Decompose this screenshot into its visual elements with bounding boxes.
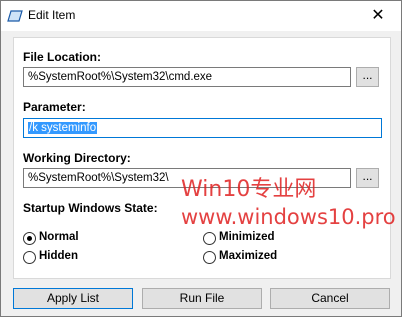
working-directory-browse-button[interactable]: ... bbox=[356, 168, 379, 188]
radio-minimized-label: Minimized bbox=[219, 231, 275, 243]
parameter-selected-text: /k systeminfo bbox=[28, 122, 98, 134]
parameter-label: Parameter: bbox=[23, 100, 86, 114]
startup-state-label: Startup Windows State: bbox=[23, 201, 158, 215]
settings-panel: File Location: %SystemRoot%\System32\cmd… bbox=[13, 37, 391, 279]
file-location-label: File Location: bbox=[23, 50, 101, 64]
radio-normal-dot[interactable] bbox=[23, 232, 36, 245]
window-title: Edit Item bbox=[28, 8, 76, 22]
radio-hidden-dot[interactable] bbox=[23, 251, 36, 264]
parameter-field[interactable]: /k systeminfo bbox=[23, 118, 382, 138]
title-bar: Edit Item ✕ bbox=[1, 1, 401, 31]
radio-hidden-label: Hidden bbox=[39, 250, 78, 262]
file-location-field[interactable]: %SystemRoot%\System32\cmd.exe bbox=[23, 67, 351, 87]
close-icon[interactable]: ✕ bbox=[355, 1, 401, 31]
cancel-button[interactable]: Cancel bbox=[270, 288, 390, 309]
edit-item-dialog: Edit Item ✕ File Location: %SystemRoot%\… bbox=[0, 0, 402, 317]
app-icon bbox=[7, 10, 23, 22]
radio-normal-label: Normal bbox=[39, 231, 79, 243]
working-directory-label: Working Directory: bbox=[23, 151, 131, 165]
radio-maximized-label: Maximized bbox=[219, 250, 278, 262]
apply-list-button[interactable]: Apply List bbox=[13, 288, 133, 309]
run-file-button[interactable]: Run File bbox=[142, 288, 262, 309]
file-location-browse-button[interactable]: ... bbox=[356, 67, 379, 87]
radio-maximized-dot[interactable] bbox=[203, 251, 216, 264]
radio-minimized-dot[interactable] bbox=[203, 232, 216, 245]
working-directory-field[interactable]: %SystemRoot%\System32\ bbox=[23, 168, 351, 188]
